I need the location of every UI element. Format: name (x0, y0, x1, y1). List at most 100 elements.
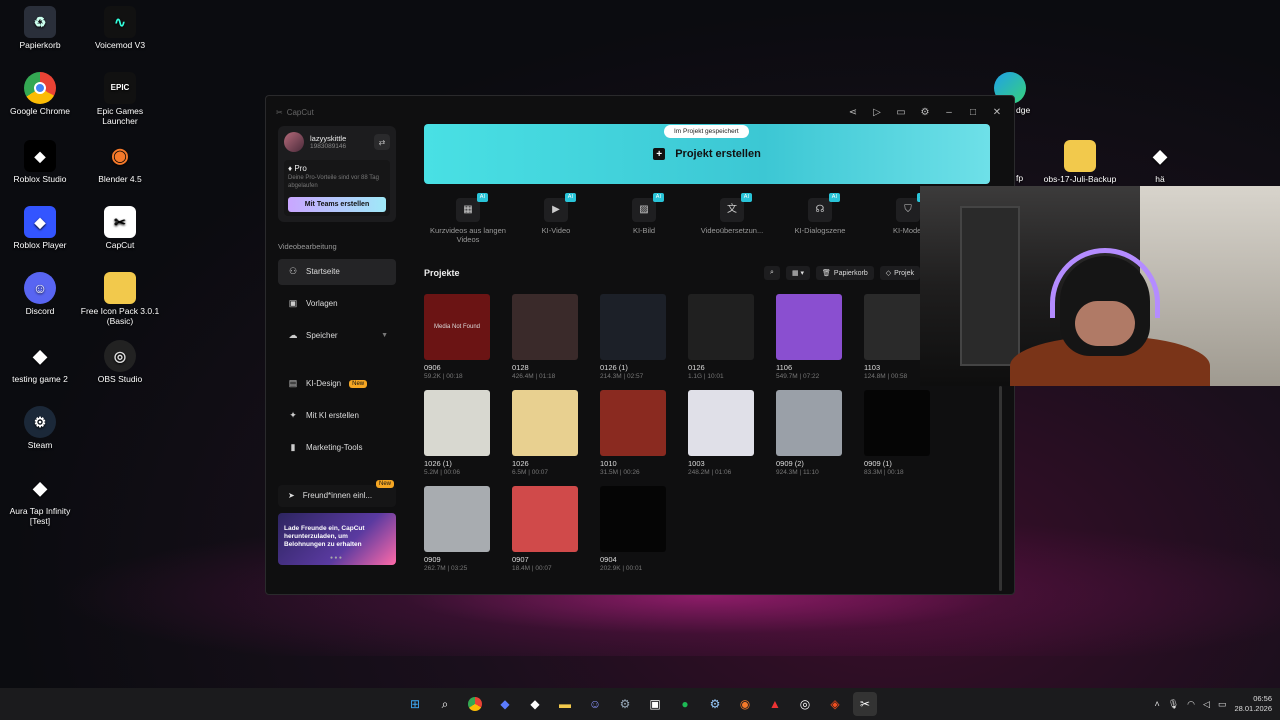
nav-item-ai-design[interactable]: ▤ KI-Design New (278, 371, 396, 397)
desktop-icon-ha[interactable]: ◆ hä (1120, 140, 1200, 185)
invite-banner[interactable]: Lade Freunde ein, CapCut herunterzuladen… (278, 512, 396, 565)
project-card[interactable]: 0126 (1) 214.3M | 02:57 (600, 294, 666, 380)
project-card[interactable]: 0128 426.4M | 01:18 (512, 294, 578, 380)
battery-icon[interactable]: ▭ (1218, 699, 1227, 710)
desktop-icon-recycle-bin[interactable]: ♻ Papierkorb (0, 6, 80, 51)
nav-item-templates[interactable]: ▣ Vorlagen (278, 291, 396, 317)
switch-account-icon[interactable]: ⇄ (374, 134, 390, 150)
project-card[interactable]: 0909 262.7M | 03:25 (424, 486, 490, 572)
minimize-icon[interactable]: – (942, 105, 956, 119)
desktop-icon-obs-backup[interactable]: obs-17-Juli-Backup (1040, 140, 1120, 185)
project-card[interactable]: 1106 549.7M | 07:22 (776, 294, 842, 380)
project-card[interactable]: 1026 6.5M | 00:07 (512, 390, 578, 476)
folder-icon[interactable]: ▬ (553, 692, 577, 716)
search-icon[interactable]: ⌕ (764, 266, 780, 280)
wifi-icon[interactable]: ◠ (1187, 699, 1195, 710)
acrobat-icon[interactable]: ▲ (763, 692, 787, 716)
blender-icon[interactable]: ◉ (733, 692, 757, 716)
project-thumbnail[interactable] (600, 486, 666, 552)
project-card[interactable]: 1003 248.2M | 01:06 (688, 390, 754, 476)
share-icon[interactable]: ⋖ (846, 105, 860, 119)
desktop-icon-capcut[interactable]: ✂ CapCut (80, 206, 160, 251)
desktop-icon-blender[interactable]: ◉ Blender 4.5 (80, 140, 160, 185)
project-thumbnail[interactable] (688, 294, 754, 360)
spotify-icon[interactable]: ● (673, 692, 697, 716)
nav-item-marketing-tools[interactable]: ▮ Marketing-Tools (278, 435, 396, 461)
desktop-icon-aura-tap[interactable]: ◆ Aura Tap Infinity [Test] (0, 472, 80, 527)
project-thumbnail[interactable] (864, 390, 930, 456)
desktop-icon-discord[interactable]: ☺ Discord (0, 272, 80, 317)
project-name: 0909 (1) (864, 459, 892, 468)
volume-icon[interactable]: ◁ (1203, 699, 1210, 710)
templates-icon: ▣ (288, 298, 298, 309)
close-icon[interactable]: ✕ (990, 105, 1004, 119)
desktop-icon-roblox-studio[interactable]: ◆ Roblox Studio (0, 140, 80, 185)
tool-video-translation[interactable]: 文 AI Videoübersetzun... (688, 193, 776, 244)
maximize-icon[interactable]: □ (966, 105, 980, 119)
project-card[interactable]: 1010 31.5M | 00:26 (600, 390, 666, 476)
figma-icon[interactable]: ◈ (823, 692, 847, 716)
desktop-icon-epic-games[interactable]: EPIC Epic Games Launcher (80, 72, 160, 127)
trash-button[interactable]: 🗑 Papierkorb (816, 266, 874, 280)
desktop-icon-voicemod[interactable]: ∿ Voicemod V3 (80, 6, 160, 51)
invite-friends-button[interactable]: ➤ Freund*innen einl... New (278, 479, 396, 507)
view-toggle-icon[interactable]: ▦ ▾ (785, 266, 811, 280)
project-card[interactable]: 1026 (1) 5.2M | 00:06 (424, 390, 490, 476)
search-icon[interactable]: ⌕ (433, 692, 457, 716)
desktop-icon-obs[interactable]: ◎ OBS Studio (80, 340, 160, 385)
project-card[interactable]: Media Not Found 0906 59.2K | 00:18 (424, 294, 490, 380)
project-thumbnail[interactable] (688, 390, 754, 456)
project-thumbnail[interactable] (600, 294, 666, 360)
desktop-icon-free-icon-pack[interactable]: Free Icon Pack 3.0.1 (Basic) (80, 272, 160, 327)
nav-item-create-with-ai[interactable]: ✦ Mit KI erstellen (278, 403, 396, 429)
project-thumbnail[interactable]: Media Not Found (424, 294, 490, 360)
capcut-icon[interactable]: ✂ (853, 692, 877, 716)
project-thumbnail[interactable] (512, 294, 578, 360)
project-thumbnail[interactable] (776, 294, 842, 360)
project-thumbnail[interactable] (512, 390, 578, 456)
settings-icon[interactable]: ⚙ (613, 692, 637, 716)
roblox-icon[interactable]: ◆ (523, 692, 547, 716)
projects-filter-button[interactable]: ◇ Projek (879, 266, 920, 280)
store-icon[interactable]: ▣ (643, 692, 667, 716)
project-thumbnail[interactable] (776, 390, 842, 456)
windows-start-icon[interactable]: ⊞ (403, 692, 427, 716)
project-card[interactable]: 0909 (1) 83.3M | 00:18 (864, 390, 930, 476)
feedback-icon[interactable]: ▭ (894, 105, 908, 119)
tool-ai-image[interactable]: ▨ AI KI-Bild (600, 193, 688, 244)
avatar[interactable] (284, 132, 304, 152)
project-thumbnail[interactable] (512, 486, 578, 552)
tool-short-videos[interactable]: ▦ AI Kurzvideos aus langen Videos (424, 193, 512, 244)
project-thumbnail[interactable] (600, 390, 666, 456)
obs-icon[interactable]: ◎ (793, 692, 817, 716)
nav-item-storage[interactable]: ☁ Speicher ▼ (278, 323, 396, 349)
tool-ai-video[interactable]: ▶ AI KI-Video (512, 193, 600, 244)
chrome-icon[interactable] (463, 692, 487, 716)
carousel-dots[interactable]: ● ● ● (330, 555, 342, 561)
desktop-icon-roblox-player[interactable]: ◆ Roblox Player (0, 206, 80, 251)
play-icon[interactable]: ▷ (870, 105, 884, 119)
chevron-up-icon[interactable]: ˄ (1154, 699, 1159, 709)
steam-icon[interactable]: ⚙ (703, 692, 727, 716)
roblox-studio-icon[interactable]: ◆ (493, 692, 517, 716)
project-card[interactable]: 0904 202.9K | 00:01 (600, 486, 666, 572)
create-project-button[interactable]: Im Projekt gespeichert + Projekt erstell… (424, 124, 990, 184)
project-card[interactable]: 0126 1.1G | 10:01 (688, 294, 754, 380)
microphone-icon[interactable]: 🎙 (1168, 699, 1179, 710)
project-name: 1026 (512, 459, 529, 468)
create-with-teams-button[interactable]: Mit Teams erstellen (288, 196, 386, 212)
nav-item-home[interactable]: ⚇ Startseite (278, 258, 396, 285)
desktop-icon-steam[interactable]: ⚙ Steam (0, 406, 80, 451)
project-thumbnail[interactable] (424, 390, 490, 456)
desktop-icon-testing-game[interactable]: ◆ testing game 2 (0, 340, 80, 385)
desktop-icon-chrome[interactable]: Google Chrome (0, 72, 80, 117)
project-card[interactable]: 0907 18.4M | 00:07 (512, 486, 578, 572)
discord-icon[interactable]: ☺ (583, 692, 607, 716)
scrollbar[interactable] (999, 386, 1002, 591)
clock[interactable]: 06:56 28.01.2026 (1234, 694, 1272, 714)
project-thumbnail[interactable] (424, 486, 490, 552)
thumbnail-text: Media Not Found (433, 324, 481, 330)
project-card[interactable]: 0909 (2) 924.3M | 11:10 (776, 390, 842, 476)
settings-icon[interactable]: ⚙ (918, 105, 932, 119)
tool-ai-dialog-scene[interactable]: ☊ AI KI-Dialogszene (776, 193, 864, 244)
